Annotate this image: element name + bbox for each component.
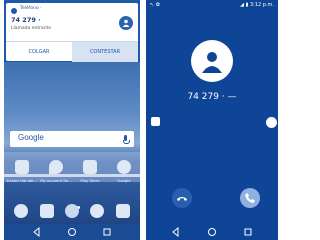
map-icon [49, 160, 63, 174]
caller-number: 74 279 · [11, 16, 41, 24]
status-left-icons: ↖ ✿ [150, 2, 160, 8]
call-state: Llamada entrante [11, 26, 52, 31]
person-icon [191, 40, 233, 82]
google-logo: Google [18, 133, 44, 142]
google-icon [117, 160, 131, 174]
person-icon [119, 16, 133, 30]
status-right-icons: ◢ ▮ 3:12 p.m. [240, 2, 274, 8]
app-label: Easter tile-ide... [6, 178, 38, 183]
end-call-button[interactable] [172, 188, 192, 208]
mail-icon [15, 160, 29, 174]
decline-button[interactable]: COLGAR [6, 42, 72, 62]
recents-icon[interactable] [102, 227, 112, 237]
end-call-icon [177, 197, 187, 201]
notification-actions: COLGAR CONTESTAR [6, 41, 138, 62]
answer-call-button[interactable] [240, 188, 260, 208]
navigation-bar [146, 224, 278, 240]
mic-icon[interactable] [123, 135, 130, 144]
incoming-call-notification[interactable]: Teléfono · 74 279 · Llamada entrante COL… [6, 3, 138, 62]
app-shortcut-mail[interactable]: Easter tile-ide... [6, 160, 38, 183]
navigation-bar [4, 224, 140, 240]
app-label: My account Se... [40, 178, 72, 183]
message-icon[interactable] [151, 117, 160, 126]
back-icon[interactable] [32, 227, 42, 237]
browser-icon[interactable] [90, 204, 104, 218]
home-icon[interactable] [207, 227, 217, 237]
app-label: Play Store [80, 178, 100, 183]
app-label: Google [117, 178, 131, 183]
app-drawer-icon[interactable] [65, 204, 79, 218]
recents-icon[interactable] [243, 227, 253, 237]
home-app-row: Easter tile-ide... My account Se... Play… [4, 160, 140, 190]
camera-icon[interactable] [116, 204, 130, 218]
app-shortcut-maps[interactable]: My account Se... [40, 160, 72, 183]
alarm-icon[interactable] [266, 117, 277, 128]
caller-number: 74 279 · — [187, 92, 237, 102]
messages-icon[interactable] [40, 204, 54, 218]
status-bar: ↖ ✿ ◢ ▮ 3:12 p.m. [146, 0, 278, 12]
back-icon[interactable] [171, 227, 181, 237]
app-shortcut-play-store[interactable]: Play Store [74, 160, 106, 183]
play-store-icon [83, 160, 97, 174]
google-search-bar[interactable]: Google [10, 131, 134, 147]
app-shortcut-google[interactable]: Google [108, 160, 140, 183]
answer-button[interactable]: CONTESTAR [72, 42, 138, 62]
answer-call-icon [245, 193, 255, 203]
phone-app-icon [11, 8, 17, 14]
notification-app-name: Teléfono · [20, 6, 42, 11]
phone-icon[interactable] [14, 204, 28, 218]
home-screen-incoming-call: Teléfono · 74 279 · Llamada entrante COL… [4, 0, 140, 240]
home-icon[interactable] [67, 227, 77, 237]
dock [4, 200, 140, 222]
incoming-call-screen: ↖ ✿ ◢ ▮ 3:12 p.m. 74 279 · — [146, 0, 278, 240]
